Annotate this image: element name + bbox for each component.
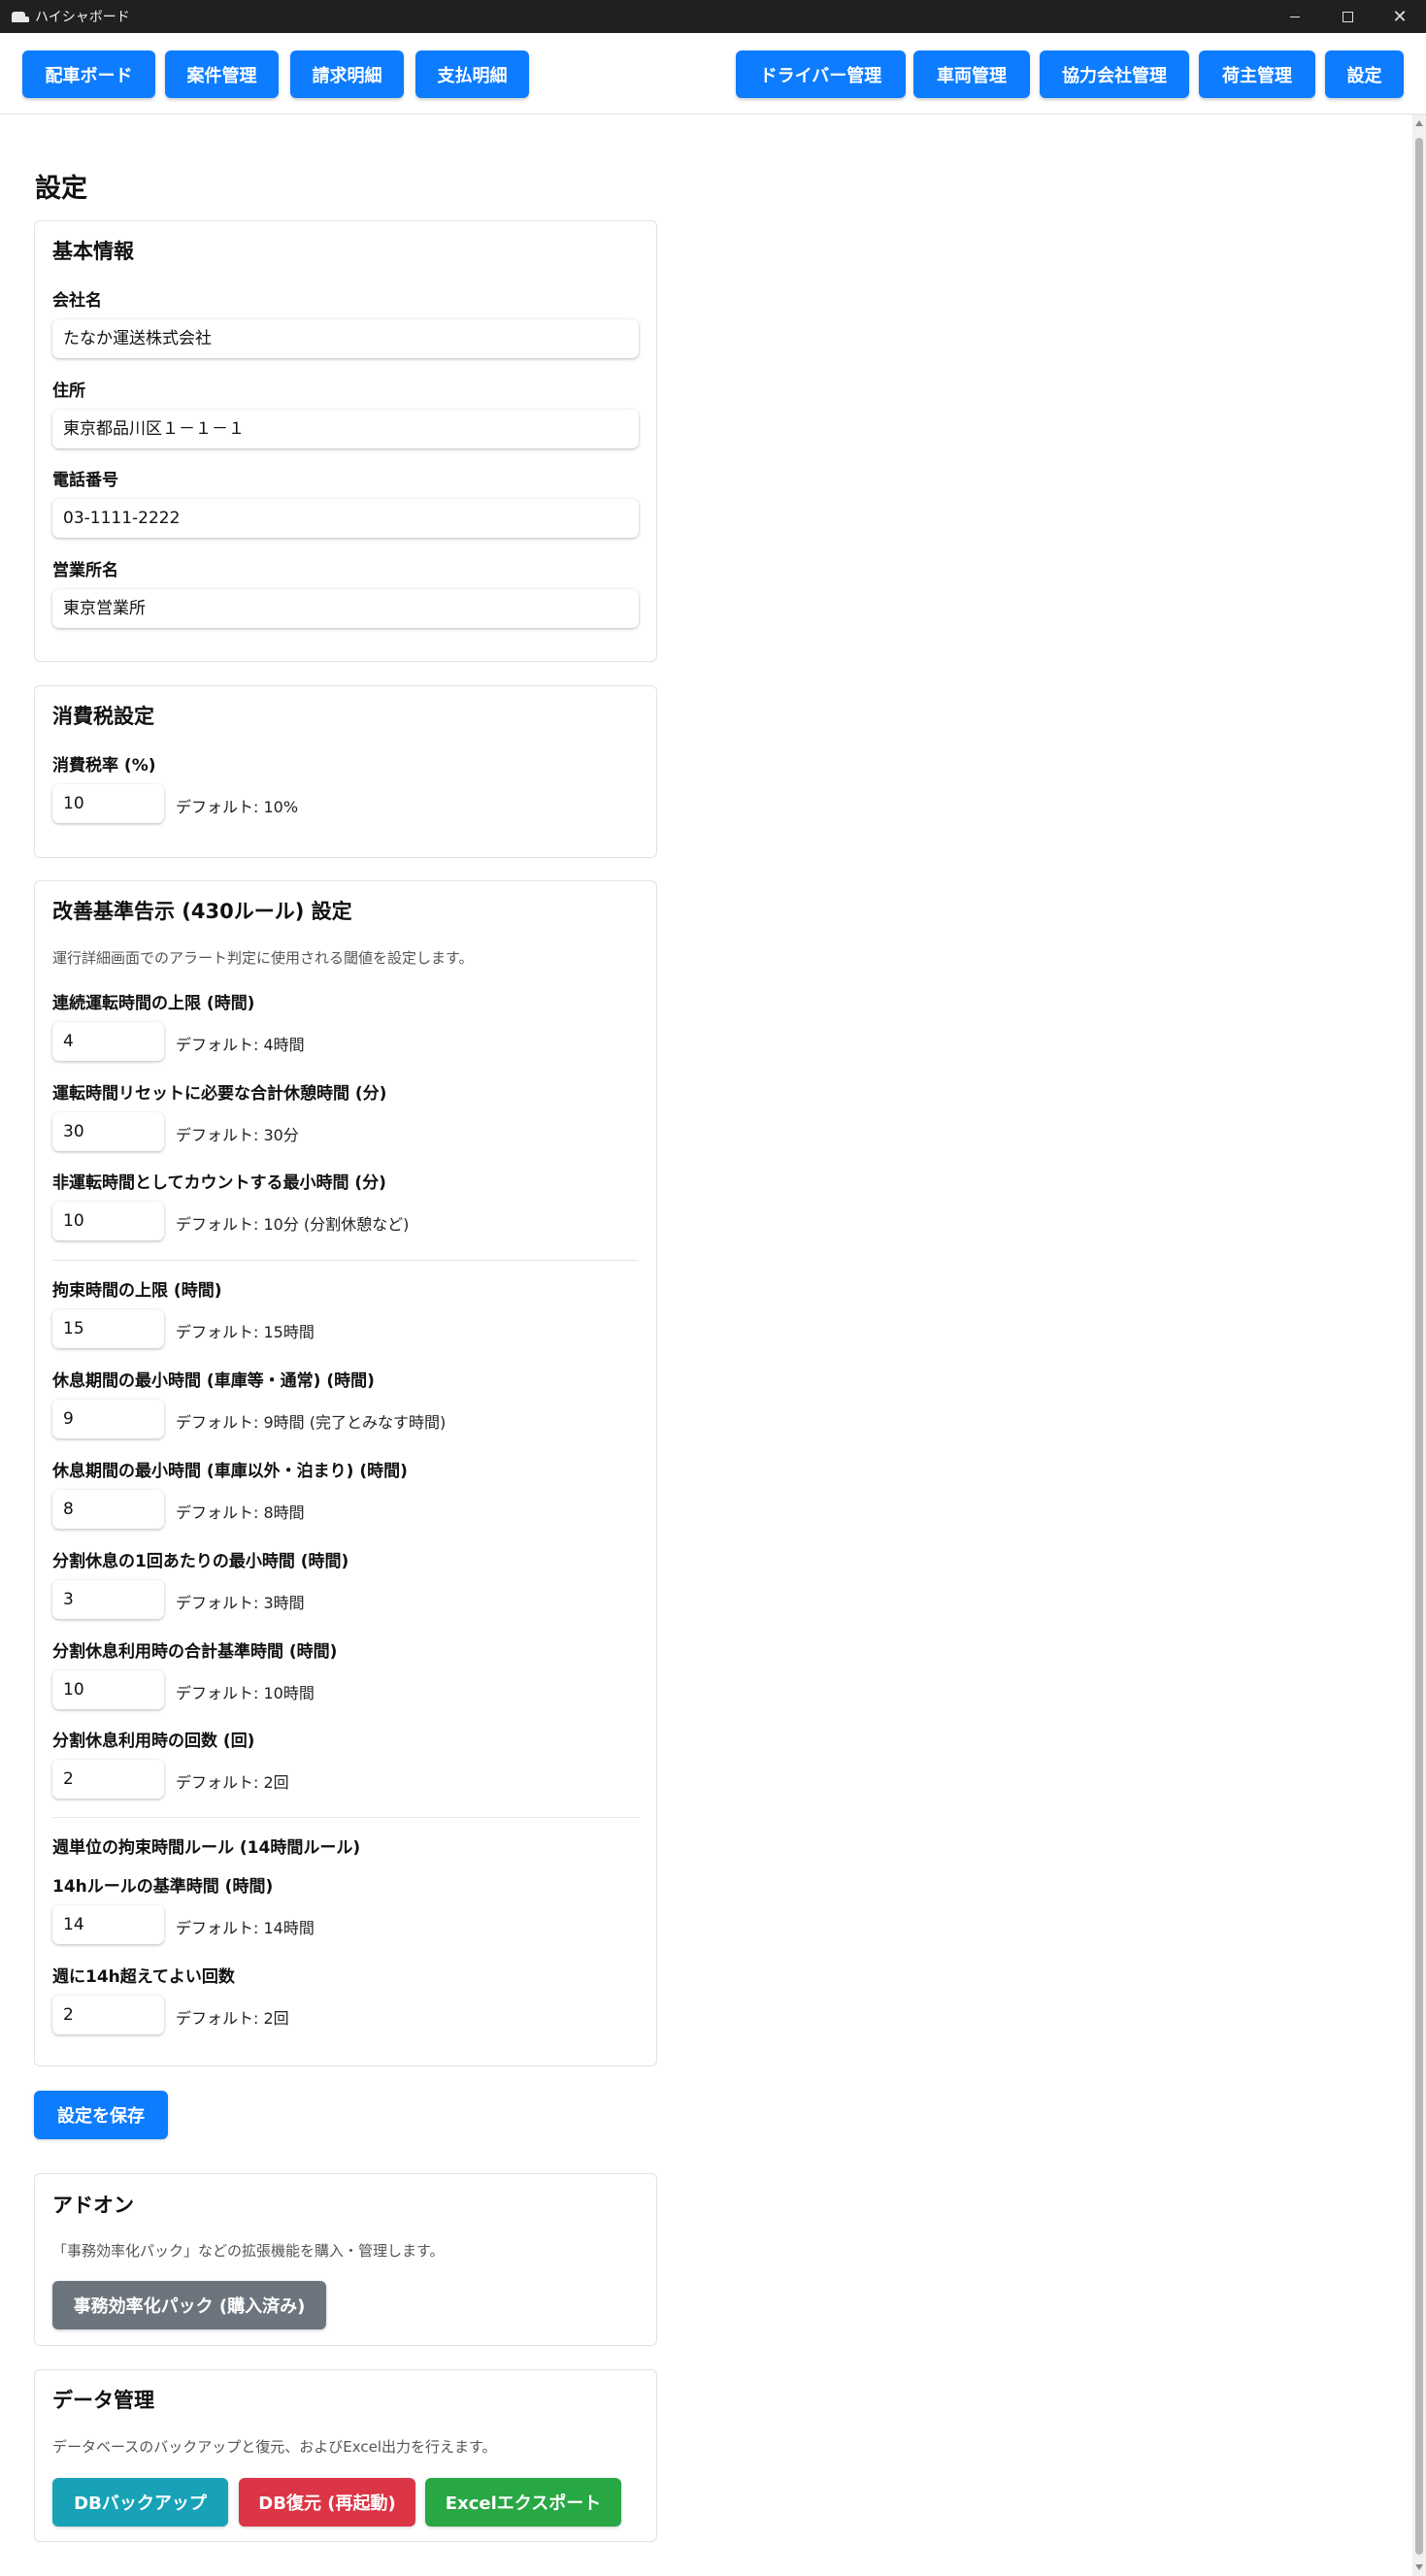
minimize-icon[interactable]	[1269, 0, 1321, 33]
phone-label: 電話番号	[52, 471, 118, 490]
phone-input[interactable]: 03-1111-2222	[52, 499, 639, 538]
address-input[interactable]: 東京都品川区１－１－１	[52, 410, 639, 448]
tax-rate-label: 消費税率 (%)	[52, 756, 156, 776]
rest-min-overnight-hint: デフォルト: 8時間	[176, 1503, 305, 1522]
tax-settings-card: 消費税設定 消費税率 (%) 10 デフォルト: 10%	[34, 685, 657, 858]
addon-title: アドオン	[52, 2194, 134, 2217]
addon-card: アドオン 「事務効率化パック」などの拡張機能を購入・管理します。 事務効率化パッ…	[34, 2173, 657, 2346]
driving-rules-description: 運行詳細画面でのアラート判定に使用される閾値を設定します。	[52, 949, 474, 967]
nav-driver-management-button[interactable]: ドライバー管理	[736, 50, 906, 98]
continuous-driving-limit-label: 連続運転時間の上限 (時間)	[52, 994, 255, 1013]
split-rest-count-input[interactable]: 2	[52, 1760, 164, 1799]
db-restore-button[interactable]: DB復元 (再起動)	[239, 2478, 415, 2526]
excel-export-button[interactable]: Excelエクスポート	[425, 2478, 621, 2526]
driving-rules-card: 改善基準告示 (430ルール) 設定 運行詳細画面でのアラート判定に使用される閾…	[34, 880, 657, 2066]
reset-break-time-input[interactable]: 30	[52, 1112, 164, 1151]
basic-info-title: 基本情報	[52, 240, 134, 263]
close-icon[interactable]: ✕	[1374, 0, 1426, 33]
rest-min-normal-label: 休息期間の最小時間 (車庫等・通常) (時間)	[52, 1371, 375, 1391]
window-titlebar: ハイシャボード ✕	[0, 0, 1426, 33]
data-management-description: データベースのバックアップと復元、およびExcel出力を行えます。	[52, 2438, 497, 2456]
company-name-label: 会社名	[52, 291, 102, 311]
basic-info-card: 基本情報 会社名 たなか運送株式会社 住所 東京都品川区１－１－１ 電話番号 0…	[34, 220, 657, 662]
company-name-input[interactable]: たなか運送株式会社	[52, 319, 639, 358]
fourteen-hour-count-hint: デフォルト: 2回	[176, 2009, 289, 2028]
rest-min-normal-hint: デフォルト: 9時間 (完了とみなす時間)	[176, 1413, 447, 1432]
restraint-time-limit-input[interactable]: 15	[52, 1309, 164, 1348]
min-non-driving-time-hint: デフォルト: 10分 (分割休憩など)	[176, 1215, 410, 1234]
app-truck-icon	[12, 11, 29, 22]
db-backup-button[interactable]: DBバックアップ	[52, 2478, 228, 2526]
split-rest-count-hint: デフォルト: 2回	[176, 1773, 289, 1792]
window-controls: ✕	[1269, 0, 1426, 33]
top-navbar: 配車ボード 案件管理 請求明細 支払明細 ドライバー管理 車両管理 協力会社管理…	[0, 33, 1426, 115]
nav-settings-button[interactable]: 設定	[1325, 50, 1404, 98]
nav-dispatch-board-button[interactable]: 配車ボード	[22, 50, 155, 98]
min-non-driving-time-label: 非運転時間としてカウントする最小時間 (分)	[52, 1173, 386, 1193]
split-rest-total-input[interactable]: 10	[52, 1670, 164, 1709]
continuous-driving-limit-hint: デフォルト: 4時間	[176, 1036, 305, 1054]
save-settings-button[interactable]: 設定を保存	[34, 2091, 168, 2139]
split-rest-total-label: 分割休息利用時の合計基準時間 (時間)	[52, 1642, 338, 1662]
scrollbar-thumb[interactable]	[1415, 138, 1423, 2555]
scroll-up-icon[interactable]	[1415, 120, 1423, 126]
office-name-input[interactable]: 東京営業所	[52, 589, 639, 628]
split-rest-min-input[interactable]: 3	[52, 1580, 164, 1619]
nav-payment-details-button[interactable]: 支払明細	[415, 50, 529, 98]
min-non-driving-time-input[interactable]: 10	[52, 1202, 164, 1240]
fourteen-hour-base-input[interactable]: 14	[52, 1905, 164, 1944]
nav-case-management-button[interactable]: 案件管理	[165, 50, 279, 98]
driving-rules-title: 改善基準告示 (430ルール) 設定	[52, 900, 352, 923]
section-divider	[52, 1817, 639, 1818]
reset-break-time-label: 運転時間リセットに必要な合計休憩時間 (分)	[52, 1084, 387, 1104]
nav-partner-management-button[interactable]: 協力会社管理	[1040, 50, 1189, 98]
tax-settings-title: 消費税設定	[52, 705, 154, 728]
split-rest-count-label: 分割休息利用時の回数 (回)	[52, 1732, 255, 1751]
split-rest-min-hint: デフォルト: 3時間	[176, 1594, 305, 1612]
reset-break-time-hint: デフォルト: 30分	[176, 1126, 299, 1144]
rest-min-overnight-input[interactable]: 8	[52, 1490, 164, 1529]
restraint-time-limit-label: 拘束時間の上限 (時間)	[52, 1281, 222, 1301]
rest-min-overnight-label: 休息期間の最小時間 (車庫以外・泊まり) (時間)	[52, 1462, 408, 1481]
continuous-driving-limit-input[interactable]: 4	[52, 1022, 164, 1061]
page-title: 設定	[35, 174, 87, 204]
tax-rate-input[interactable]: 10	[52, 784, 164, 823]
section-divider	[52, 1260, 639, 1261]
office-name-label: 営業所名	[52, 561, 118, 580]
vertical-scrollbar[interactable]	[1412, 115, 1426, 2576]
data-management-card: データ管理 データベースのバックアップと復元、およびExcel出力を行えます。 …	[34, 2369, 657, 2542]
fourteen-hour-count-input[interactable]: 2	[52, 1996, 164, 2034]
maximize-icon[interactable]	[1321, 0, 1374, 33]
address-label: 住所	[52, 381, 85, 401]
nav-shipper-management-button[interactable]: 荷主管理	[1199, 50, 1315, 98]
split-rest-min-label: 分割休息の1回あたりの最小時間 (時間)	[52, 1552, 349, 1571]
window-title: ハイシャボード	[35, 10, 130, 25]
fourteen-hour-base-hint: デフォルト: 14時間	[176, 1919, 315, 1937]
split-rest-total-hint: デフォルト: 10時間	[176, 1684, 315, 1702]
data-management-title: データ管理	[52, 2389, 154, 2412]
efficiency-pack-button[interactable]: 事務効率化パック (購入済み)	[52, 2281, 326, 2329]
tax-rate-hint: デフォルト: 10%	[176, 798, 299, 816]
nav-vehicle-management-button[interactable]: 車両管理	[913, 50, 1030, 98]
fourteen-hour-base-label: 14hルールの基準時間 (時間)	[52, 1877, 274, 1897]
weekly-rule-heading: 週単位の拘束時間ルール (14時間ルール)	[52, 1838, 361, 1858]
rest-min-normal-input[interactable]: 9	[52, 1400, 164, 1438]
nav-invoice-details-button[interactable]: 請求明細	[290, 50, 404, 98]
fourteen-hour-count-label: 週に14h超えてよい回数	[52, 1967, 235, 1987]
scroll-down-icon[interactable]	[1415, 2564, 1423, 2570]
restraint-time-limit-hint: デフォルト: 15時間	[176, 1323, 315, 1341]
addon-description: 「事務効率化パック」などの拡張機能を購入・管理します。	[52, 2242, 445, 2260]
